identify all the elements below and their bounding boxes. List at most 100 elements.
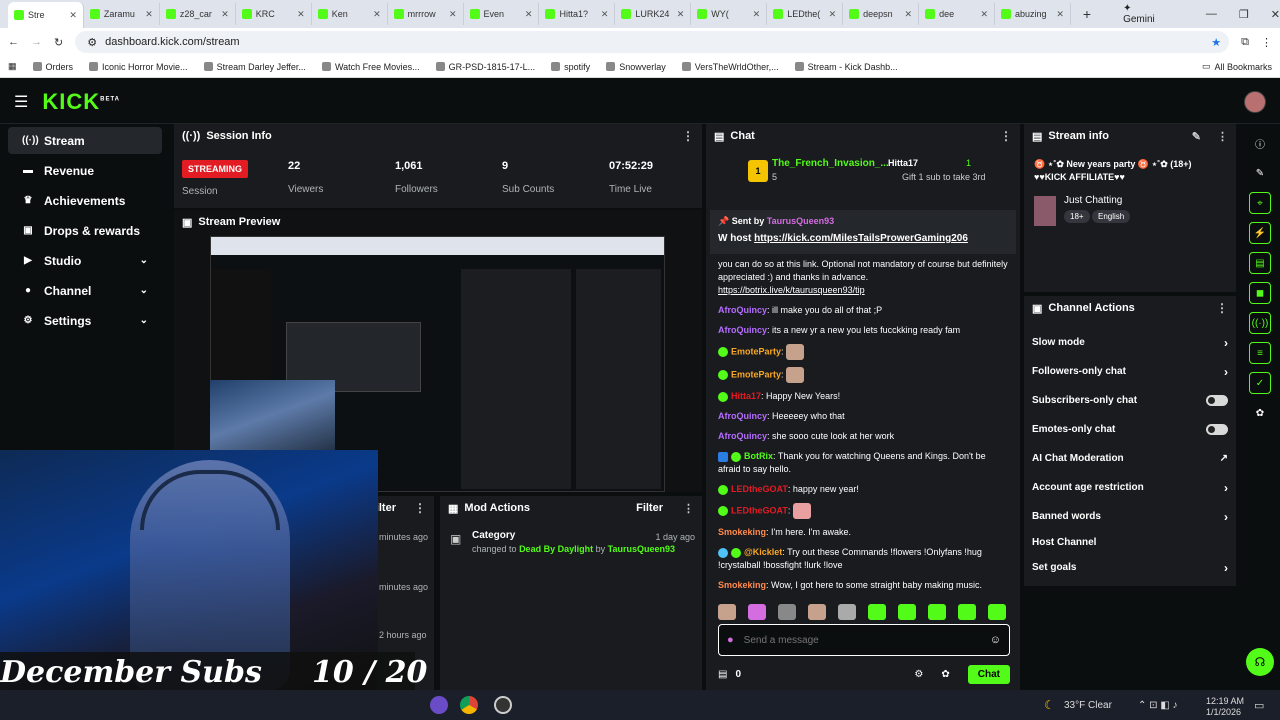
points-icon[interactable]: ▤ [718, 669, 727, 680]
category-name[interactable]: Just Chatting [1064, 195, 1122, 206]
apps-grid-icon[interactable]: ▦ [8, 61, 17, 72]
more-options-icon[interactable]: ⋮ [683, 502, 694, 515]
emote-icon[interactable] [778, 604, 796, 620]
target-icon[interactable]: ⌖ [1249, 192, 1271, 214]
emote-icon[interactable] [988, 604, 1006, 620]
chat-bubble-icon[interactable]: ◼ [1249, 282, 1271, 304]
sidebar-item-studio[interactable]: ▶ Studio ⌄ [8, 247, 162, 274]
more-options-icon[interactable]: ⋮ [1216, 301, 1228, 315]
user-link[interactable]: TaurusQueen93 [608, 544, 675, 554]
bookmark-item[interactable]: Orders [32, 62, 73, 72]
back-icon[interactable]: ← [8, 36, 19, 48]
close-tab-icon[interactable]: ✕ [601, 9, 609, 20]
browser-tab[interactable]: Zaramu ✕ [84, 3, 160, 25]
close-tab-icon[interactable]: ✕ [221, 9, 229, 20]
emote-icon[interactable] [718, 604, 736, 620]
subscribers-only-toggle[interactable] [1206, 395, 1228, 406]
all-bookmarks[interactable]: ▭ All Bookmarks [1202, 61, 1272, 72]
sidebar-item-stream[interactable]: ((·)) Stream [8, 127, 162, 154]
window-minimize-icon[interactable]: — [1206, 8, 1217, 20]
emoji-icon[interactable]: ☺ [990, 634, 1001, 646]
tag-pill[interactable]: 18+ [1064, 210, 1090, 223]
wrench-icon[interactable]: ✓ [1249, 372, 1271, 394]
action-ai-moderation[interactable]: AI Chat Moderation ↗ [1024, 444, 1236, 473]
microphone-icon[interactable]: ● [727, 634, 734, 646]
reload-icon[interactable]: ↻ [54, 36, 63, 49]
close-tab-icon[interactable]: ✕ [677, 9, 685, 20]
send-chat-button[interactable]: Chat [967, 664, 1010, 684]
obs-icon[interactable] [494, 696, 512, 714]
browser-tab[interactable]: Hitta1? ✕ [539, 3, 616, 25]
bookmark-item[interactable]: Snowverlay [606, 62, 666, 72]
edit-icon[interactable]: ✎ [1192, 130, 1201, 143]
kick-emote-icon[interactable]: ✿ [941, 669, 949, 680]
document-icon[interactable]: ▤ [1249, 252, 1271, 274]
action-account-age[interactable]: Account age restriction › [1024, 473, 1236, 502]
site-info-icon[interactable]: ⚙ [87, 36, 97, 49]
close-tab-icon[interactable]: ✕ [525, 9, 533, 20]
browser-tab[interactable]: Even ✕ [464, 3, 540, 25]
bookmark-item[interactable]: Watch Free Movies... [321, 62, 420, 72]
browser-tab-active[interactable]: Stre ✕ [8, 2, 84, 28]
sidebar-item-revenue[interactable]: ▬ Revenue [8, 157, 162, 184]
lightning-icon[interactable]: ⚡ [1249, 222, 1271, 244]
menu-icon[interactable]: ⋮ [1261, 36, 1272, 49]
close-tab-icon[interactable]: ✕ [69, 10, 77, 21]
category-thumbnail[interactable] [1034, 196, 1056, 226]
emotes-only-toggle[interactable] [1206, 424, 1228, 435]
browser-tab[interactable]: WY(✕ [691, 3, 768, 25]
hamburger-menu-icon[interactable]: ☰ [14, 92, 28, 112]
browser-tab[interactable]: abuzing ✕ [995, 3, 1071, 25]
action-banned-words[interactable]: Banned words › [1024, 502, 1236, 531]
notifications-icon[interactable]: ▭ [1254, 699, 1264, 712]
url-input[interactable]: ⚙ dashboard.kick.com/stream ★ [75, 31, 1230, 53]
top-gifter-name[interactable]: The_French_Invasion_... [772, 158, 889, 169]
action-subscribers-only[interactable]: Subscribers-only chat [1024, 386, 1236, 415]
emote-icon[interactable] [928, 604, 946, 620]
close-tab-icon[interactable]: ✕ [753, 9, 761, 20]
new-tab-icon[interactable]: + [1083, 6, 1091, 22]
stack-icon[interactable]: ≡ [1249, 342, 1271, 364]
sidebar-item-drops[interactable]: ▣ Drops & rewards [8, 217, 162, 244]
emote-icon[interactable] [808, 604, 826, 620]
tip-link[interactable]: https://botrix.live/k/taurusqueen93/tip [718, 285, 865, 295]
settings-icon[interactable]: ⚙ [914, 669, 923, 680]
edit-icon[interactable]: ✎ [1249, 162, 1271, 184]
gemini-button[interactable]: ✦ Gemini [1123, 3, 1166, 25]
action-emotes-only[interactable]: Emotes-only chat [1024, 415, 1236, 444]
emote-icon[interactable] [748, 604, 766, 620]
window-close-icon[interactable]: ✕ [1271, 8, 1280, 21]
browser-tab[interactable]: KRC ✕ [236, 3, 312, 25]
close-tab-icon[interactable]: ✕ [297, 9, 305, 20]
browser-tab[interactable]: LEDthe(✕ [767, 3, 844, 25]
window-restore-icon[interactable]: ❐ [1239, 8, 1249, 21]
forward-icon[interactable]: → [31, 36, 42, 48]
bookmark-item[interactable]: Stream - Kick Dashb... [794, 62, 898, 72]
bookmark-item[interactable]: Iconic Horror Movie... [89, 62, 188, 72]
browser-tab[interactable]: Ken ✕ [312, 3, 388, 25]
bookmark-item[interactable]: VersTheWrldOther,... [681, 62, 779, 72]
emote-icon[interactable] [958, 604, 976, 620]
action-followers-only[interactable]: Followers-only chat › [1024, 357, 1236, 386]
extensions-icon[interactable]: ⧉ [1241, 36, 1249, 49]
bookmark-item[interactable]: spotify [551, 62, 590, 72]
close-tab-icon[interactable]: ✕ [829, 9, 837, 20]
browser-tab[interactable]: dee ✕ [919, 3, 995, 25]
close-tab-icon[interactable]: ✕ [980, 9, 988, 20]
bookmark-item[interactable]: GR-PSD-1815-17-L... [435, 62, 535, 72]
bookmark-item[interactable]: Stream Darley Jeffer... [203, 62, 306, 72]
emote-icon[interactable] [868, 604, 886, 620]
more-options-icon[interactable]: ⋮ [1217, 130, 1228, 143]
taskbar-app-icon[interactable] [430, 696, 448, 714]
puzzle-icon[interactable]: ✿ [1249, 402, 1271, 424]
pinned-link[interactable]: https://kick.com/MilesTailsProwerGaming2… [754, 233, 968, 244]
action-set-goals[interactable]: Set goals › [1024, 553, 1236, 582]
action-slow-mode[interactable]: Slow mode › [1024, 328, 1236, 357]
sidebar-item-settings[interactable]: ⚙ Settings ⌄ [8, 307, 162, 334]
browser-tab[interactable]: z28_car ✕ [160, 3, 236, 25]
close-tab-icon[interactable]: ✕ [449, 9, 457, 20]
close-tab-icon[interactable]: ✕ [145, 9, 153, 20]
close-tab-icon[interactable]: ✕ [373, 9, 381, 20]
bookmark-star-icon[interactable]: ★ [1211, 36, 1221, 49]
chrome-icon[interactable] [460, 696, 478, 714]
